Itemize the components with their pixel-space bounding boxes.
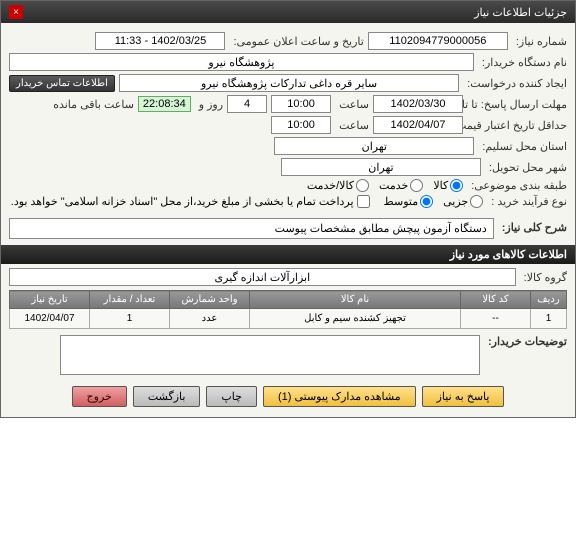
need-no-field: 1102094779000056 — [368, 32, 508, 50]
partial-pay-check[interactable]: پرداخت تمام یا بخشی از مبلغ خرید،از محل … — [11, 195, 370, 208]
need-desc-label: شرح کلی نیاز: — [498, 221, 567, 234]
back-button[interactable]: بازگشت — [133, 386, 201, 407]
announce-dt-label: تاریخ و ساعت اعلان عمومی: — [229, 35, 363, 48]
requester-field: سایر قره داغی تدارکات پژوهشگاه نیرو — [119, 74, 459, 92]
radio-medium-input[interactable] — [420, 195, 433, 208]
button-row: پاسخ به نیاز مشاهده مدارک پیوستی (1) چاپ… — [9, 378, 567, 411]
exit-button[interactable]: خروج — [72, 386, 127, 407]
time-label-1: ساعت — [335, 98, 369, 111]
table-header-row: ردیف کد کالا نام کالا واحد شمارش تعداد /… — [10, 291, 567, 309]
buyer-field: پژوهشگاه نیرو — [9, 53, 474, 71]
province-label: استان محل تسلیم: — [478, 140, 567, 153]
price-date-field: 1402/04/07 — [373, 116, 463, 134]
reply-date-field: 1402/03/30 — [373, 95, 463, 113]
goods-group-label: گروه کالا: — [520, 271, 567, 284]
city-label: شهر محل تحویل: — [485, 161, 567, 174]
dialog-body: شماره نیاز: 1102094779000056 تاریخ و ساع… — [1, 23, 575, 417]
cell-qty: 1 — [90, 309, 170, 329]
title-bar: جزئیات اطلاعات نیاز × — [1, 1, 575, 23]
radio-service[interactable]: خدمت — [379, 179, 423, 192]
cell-row: 1 — [531, 309, 567, 329]
cell-code: -- — [461, 309, 531, 329]
radio-service-input[interactable] — [410, 179, 423, 192]
days-label: روز و — [195, 98, 223, 111]
need-no-label: شماره نیاز: — [512, 35, 567, 48]
radio-goods-input[interactable] — [450, 179, 463, 192]
need-details-dialog: جزئیات اطلاعات نیاز × شماره نیاز: 110209… — [0, 0, 576, 418]
print-button[interactable]: چاپ — [206, 386, 257, 407]
cell-date: 1402/04/07 — [10, 309, 90, 329]
province-field: تهران — [274, 137, 474, 155]
city-field: تهران — [281, 158, 481, 176]
dialog-title: جزئیات اطلاعات نیاز — [474, 6, 567, 19]
th-unit: واحد شمارش — [170, 291, 250, 309]
th-date: تاریخ نیاز — [10, 291, 90, 309]
reply-button[interactable]: پاسخ به نیاز — [422, 386, 505, 407]
attachments-button[interactable]: مشاهده مدارک پیوستی (1) — [263, 386, 416, 407]
remaining-time: 22:08:34 — [138, 96, 191, 112]
close-icon[interactable]: × — [9, 5, 23, 19]
table-row[interactable]: 1 -- تجهیز کشنده سیم و کابل عدد 1 1402/0… — [10, 309, 567, 329]
radio-goods[interactable]: کالا — [433, 179, 463, 192]
th-qty: تعداد / مقدار — [90, 291, 170, 309]
remain-label: ساعت باقی مانده — [49, 98, 134, 111]
buyer-comments-label: توضیحات خریدار: — [484, 335, 567, 348]
announce-dt-field: 1402/03/25 - 11:33 — [95, 32, 225, 50]
th-row: ردیف — [531, 291, 567, 309]
need-desc-field: دستگاه آزمون پیچش مطابق مشخصات پیوست — [9, 218, 494, 239]
radio-medium[interactable]: متوسط — [384, 195, 434, 208]
partial-pay-checkbox[interactable] — [357, 195, 370, 208]
days-field: 4 — [227, 95, 267, 113]
th-code: کد کالا — [461, 291, 531, 309]
cell-unit: عدد — [170, 309, 250, 329]
radio-minor-input[interactable] — [470, 195, 483, 208]
radio-both[interactable]: کالا/خدمت — [307, 179, 369, 192]
goods-section-header: اطلاعات کالاهای مورد نیاز — [1, 245, 575, 264]
th-name: نام کالا — [250, 291, 461, 309]
requester-label: ایجاد کننده درخواست: — [463, 77, 567, 90]
radio-minor[interactable]: جزیی — [443, 195, 483, 208]
buyer-label: نام دستگاه خریدار: — [478, 56, 567, 69]
reply-time-field: 10:00 — [271, 95, 331, 113]
subject-class-radios: کالا خدمت کالا/خدمت — [307, 179, 463, 192]
subject-class-label: طبقه بندی موضوعی: — [467, 179, 567, 192]
process-label: نوع فرآیند خرید : — [487, 195, 567, 208]
buyer-comments-field — [60, 335, 480, 375]
time-label-2: ساعت — [335, 119, 369, 132]
price-valid-label: حداقل تاریخ اعتبار قیمت: تا تاریخ: — [467, 119, 567, 132]
radio-both-input[interactable] — [356, 179, 369, 192]
items-table: ردیف کد کالا نام کالا واحد شمارش تعداد /… — [9, 290, 567, 329]
contact-buyer-button[interactable]: اطلاعات تماس خریدار — [9, 75, 115, 92]
process-radios: جزیی متوسط — [384, 195, 484, 208]
price-time-field: 10:00 — [271, 116, 331, 134]
cell-name: تجهیز کشنده سیم و کابل — [250, 309, 461, 329]
goods-group-field: ابزارآلات اندازه گیری — [9, 268, 516, 286]
reply-deadline-label: مهلت ارسال پاسخ: تا تاریخ: — [467, 98, 567, 111]
